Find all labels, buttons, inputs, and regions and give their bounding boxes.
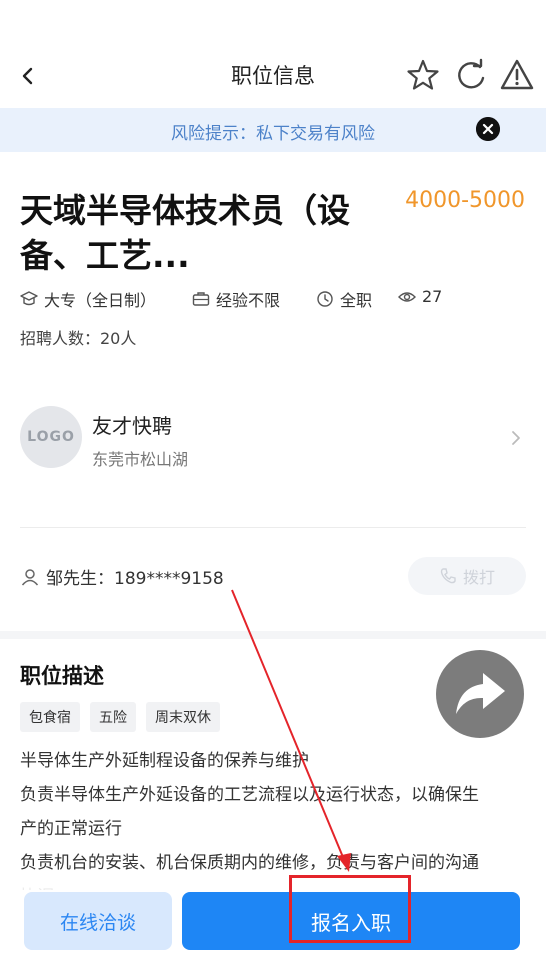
share-arrow-icon — [456, 673, 505, 714]
warning-icon[interactable] — [500, 58, 534, 92]
benefit-chip: 五险 — [90, 702, 136, 732]
eye-icon — [398, 291, 416, 302]
refresh-icon[interactable] — [454, 58, 488, 92]
contact-info: 邹先生：189****9158 — [20, 564, 224, 589]
description-body: 半导体生产外延制程设备的保养与维护 负责半导体生产外延设备的工艺流程以及运行状态… — [20, 744, 520, 890]
job-type-tag: 全职 — [316, 287, 372, 311]
company-name: 友才快聘 — [92, 414, 172, 438]
description-line: 负责半导体生产外延设备的工艺流程以及运行状态，以确保生 — [20, 785, 479, 805]
experience-tag: 经验不限 — [192, 287, 280, 311]
person-icon — [21, 568, 39, 585]
contact-name-phone: 邹先生：189****9158 — [46, 569, 224, 589]
benefit-chip: 包食宿 — [20, 702, 80, 732]
description-line: 产的正常运行 — [20, 819, 122, 839]
job-type-label: 全职 — [340, 291, 373, 310]
share-button[interactable] — [436, 650, 524, 738]
salary: 4000-5000 — [405, 188, 525, 213]
description-line: 负责机台的安装、机台保质期内的维修，负责与客户间的沟通 — [20, 853, 479, 873]
company-location: 东莞市松山湖 — [92, 450, 189, 469]
dial-button[interactable]: 拨打 — [408, 557, 526, 595]
description-title: 职位描述 — [20, 664, 104, 688]
close-icon[interactable] — [476, 117, 500, 141]
clock-icon — [317, 291, 333, 307]
online-chat-button[interactable]: 在线洽谈 — [24, 892, 172, 950]
headcount: 招聘人数：20人 — [20, 329, 137, 348]
section-separator — [0, 631, 546, 639]
benefit-chip: 周末双休 — [146, 702, 220, 732]
risk-banner-text: 风险提示：私下交易有风险 — [171, 124, 375, 144]
education-tag: 大专（全日制） — [20, 287, 156, 311]
highlight-box — [289, 875, 411, 943]
chevron-right-icon — [512, 431, 520, 445]
education-label: 大专（全日制） — [44, 291, 157, 310]
benefit-chips: 包食宿 五险 周末双休 — [20, 702, 220, 732]
experience-label: 经验不限 — [216, 291, 281, 310]
company-card[interactable]: LOGO 友才快聘 东莞市松山湖 — [0, 395, 546, 485]
divider — [20, 527, 526, 528]
risk-banner: 风险提示：私下交易有风险 — [0, 108, 546, 152]
briefcase-icon — [192, 292, 210, 306]
description-line: 半导体生产外延制程设备的保养与维护 — [20, 751, 309, 771]
views-tag: 27 — [398, 287, 442, 306]
star-icon[interactable] — [406, 58, 440, 92]
dial-label: 拨打 — [462, 568, 495, 587]
job-title: 天域半导体技术员（设备、工艺... — [20, 191, 350, 275]
nav-header: 职位信息 — [0, 44, 546, 108]
company-logo: LOGO — [20, 406, 82, 468]
graduation-cap-icon — [20, 291, 38, 306]
views-count: 27 — [422, 287, 443, 306]
phone-icon — [440, 568, 456, 584]
